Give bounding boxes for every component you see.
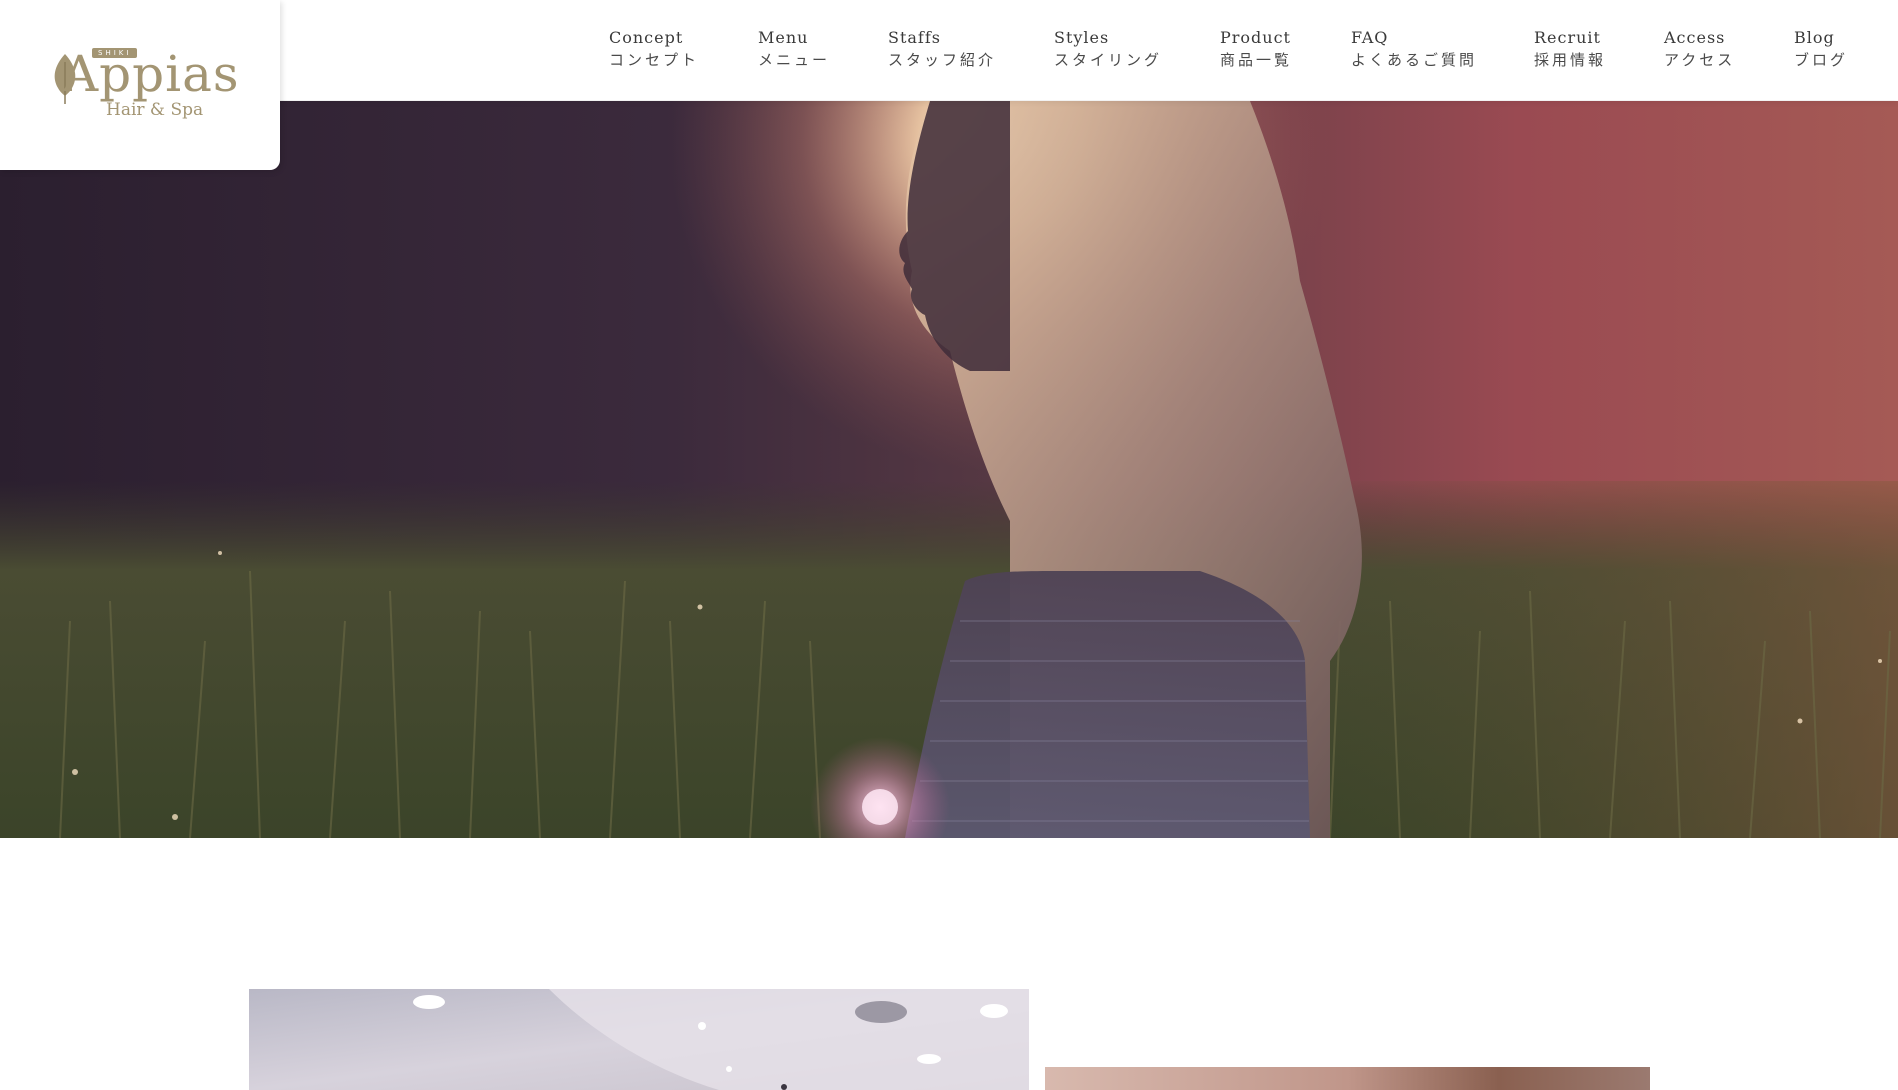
nav-item-staffs[interactable]: Staffs スタッフ紹介	[888, 27, 996, 71]
page: Concept コンセプト Menu メニュー Staffs スタッフ紹介 St…	[0, 0, 1898, 1090]
nav-label-en: FAQ	[1351, 28, 1389, 47]
nav-label-en: Recruit	[1534, 28, 1601, 47]
salon-interior-illustration	[249, 989, 1029, 1090]
nav-label-en: Concept	[609, 28, 684, 47]
nav-item-concept[interactable]: Concept コンセプト	[609, 27, 699, 71]
nav-item-menu[interactable]: Menu メニュー	[758, 27, 830, 71]
nav-label-en: Styles	[1054, 28, 1110, 47]
nav-item-recruit[interactable]: Recruit 採用情報	[1534, 27, 1606, 71]
salon-photo	[1045, 1067, 1650, 1090]
nav-label-ja: コンセプト	[609, 51, 700, 69]
nav-label-ja: ブログ	[1794, 51, 1849, 69]
nav-label-en: Menu	[758, 28, 809, 47]
hero-image	[0, 101, 1898, 838]
nav-label-en: Staffs	[888, 28, 941, 47]
logo-subtitle: Hair & Spa	[106, 100, 204, 120]
logo-link[interactable]: SHIKI Appias Hair & Spa	[0, 0, 280, 170]
nav-label-en: Product	[1220, 28, 1291, 47]
nav-label-ja: スタイリング	[1054, 51, 1163, 69]
salon-photo-illustration	[1045, 1067, 1650, 1090]
nav-item-blog[interactable]: Blog ブログ	[1794, 27, 1848, 71]
nav-item-access[interactable]: Access アクセス	[1664, 27, 1735, 71]
nav-label-ja: スタッフ紹介	[888, 51, 997, 69]
nav-label-ja: アクセス	[1664, 51, 1736, 69]
nav-label-en: Blog	[1794, 28, 1835, 47]
nav-item-styles[interactable]: Styles スタイリング	[1054, 27, 1162, 71]
nav-label-ja: よくあるご質問	[1351, 51, 1478, 69]
salon-interior-photo	[249, 989, 1029, 1090]
hero-illustration	[0, 101, 1898, 838]
nav-label-en: Access	[1664, 28, 1726, 47]
main-nav: Concept コンセプト Menu メニュー Staffs スタッフ紹介 St…	[0, 0, 1898, 100]
nav-label-ja: メニュー	[758, 51, 831, 69]
nav-item-product[interactable]: Product 商品一覧	[1220, 27, 1292, 71]
nav-label-ja: 採用情報	[1534, 51, 1607, 69]
site-header: Concept コンセプト Menu メニュー Staffs スタッフ紹介 St…	[0, 0, 1898, 100]
nav-label-ja: 商品一覧	[1220, 51, 1293, 69]
nav-item-faq[interactable]: FAQ よくあるご質問	[1351, 27, 1477, 71]
logo-wordmark: Appias	[62, 45, 240, 103]
